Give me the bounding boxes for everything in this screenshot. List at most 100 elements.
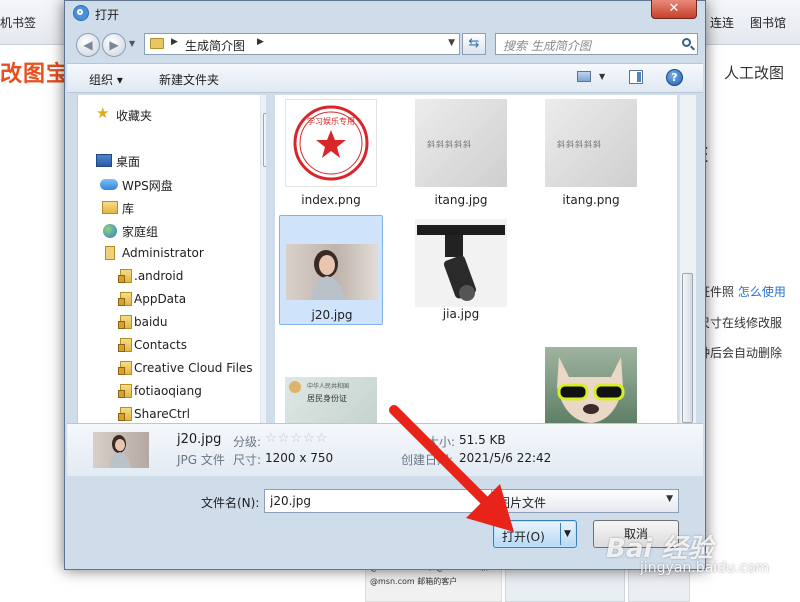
size-value: 51.5 KB — [459, 433, 506, 447]
chevron-down-icon[interactable]: ▼ — [666, 494, 673, 504]
locked-folder-icon — [118, 407, 132, 421]
organize-button[interactable]: 组织 ▾ — [89, 71, 123, 88]
watermark-url: jingyan.baidu.com — [640, 560, 770, 576]
nav-item-favorites[interactable]: ★ 收藏夹 — [96, 104, 152, 124]
nav-item-folder[interactable]: AppData — [116, 292, 186, 306]
seal-text: 学习娱乐专用 — [307, 116, 355, 126]
search-input[interactable]: 搜索 生成简介图 — [495, 33, 698, 55]
star-icon[interactable]: ☆ — [278, 431, 290, 446]
locked-folder-icon — [118, 315, 132, 329]
nav-item-folder[interactable]: baidu — [116, 315, 168, 329]
file-tile-j20-jpg[interactable]: j20.jpg — [279, 215, 383, 325]
lamp-thumbnail — [415, 219, 507, 307]
star-icon[interactable]: ☆ — [290, 431, 302, 446]
portrait-thumbnail — [286, 244, 378, 300]
file-type-value: 图片文件 — [498, 496, 547, 510]
file-list: 学习娱乐专用 index.png 斜斜斜斜斜 itang.jpg 斜斜斜斜斜 i… — [275, 95, 677, 423]
details-file-name: j20.jpg — [177, 432, 222, 447]
nav-item-wps-drive[interactable]: WPS网盘 — [100, 177, 173, 194]
size-label: 大小: — [427, 435, 456, 449]
breadcrumb-current-folder[interactable]: 生成简介图 — [185, 37, 245, 54]
dog-thumbnail — [545, 347, 637, 423]
star-icon[interactable]: ☆ — [265, 431, 277, 446]
file-type: JPG 文件 — [177, 453, 225, 467]
seal-thumbnail: 学习娱乐专用 — [285, 99, 377, 187]
scrollbar-thumb[interactable] — [682, 273, 693, 423]
file-tile-itang-jpg[interactable]: 斜斜斜斜斜 itang.jpg — [409, 95, 513, 211]
new-folder-button[interactable]: 新建文件夹 — [159, 71, 219, 88]
paper-thumbnail: 斜斜斜斜斜 — [545, 99, 637, 187]
locked-folder-icon — [118, 338, 132, 352]
library-icon — [102, 201, 118, 214]
nav-item-homegroup[interactable]: 家庭组 — [103, 223, 158, 240]
selected-file-thumbnail — [93, 432, 149, 468]
open-options-dropdown[interactable]: ▼ — [564, 529, 571, 539]
created-value: 2021/5/6 22:42 — [459, 451, 552, 465]
dialog-title: 打开 — [95, 8, 120, 22]
search-placeholder: 搜索 生成简介图 — [503, 39, 591, 53]
bookmark-item[interactable]: 连连 — [710, 14, 734, 31]
favorites-icon: ★ — [96, 104, 110, 122]
nav-item-folder[interactable]: fotiaoqiang — [116, 384, 202, 398]
homegroup-icon — [103, 224, 117, 238]
bg-text-line: 证件照 怎么使用 — [698, 285, 786, 299]
nav-link[interactable]: 人工改图 — [724, 62, 784, 83]
breadcrumb-chevron-icon[interactable]: ▶ — [171, 37, 178, 47]
search-icon[interactable] — [682, 38, 691, 47]
locked-folder-icon — [118, 292, 132, 306]
file-name-label: 文件名(N): — [201, 496, 260, 510]
nav-item-folder[interactable]: ShareCtrl — [116, 407, 190, 421]
file-tile-jia-jpg[interactable]: jia.jpg — [409, 215, 513, 325]
file-name: jia.jpg — [442, 307, 480, 321]
dimensions-value: 1200 x 750 — [265, 451, 334, 465]
dialog-titlebar[interactable]: 打开 ✕ — [65, 0, 705, 27]
refresh-icon[interactable]: ⇆ — [462, 33, 486, 55]
nav-item-administrator[interactable]: Administrator — [104, 246, 204, 260]
paper-thumbnail: 斜斜斜斜斜 — [415, 99, 507, 187]
file-tile-index-png[interactable]: 学习娱乐专用 index.png — [279, 95, 383, 211]
cloud-icon — [100, 179, 118, 190]
preview-pane-icon[interactable] — [629, 70, 643, 84]
dialog-toolbar: 组织 ▾ 新建文件夹 ▼ ? — [67, 63, 703, 93]
star-icon[interactable]: ☆ — [316, 431, 328, 446]
nav-item-folder[interactable]: Contacts — [116, 338, 187, 352]
help-icon[interactable]: ? — [666, 69, 683, 86]
breadcrumb-chevron-icon[interactable]: ▶ — [257, 37, 264, 47]
change-view-icon[interactable] — [577, 71, 591, 82]
nav-item-folder[interactable]: .android — [116, 269, 183, 283]
bookmark-item[interactable]: 机书签 — [0, 14, 36, 31]
open-button[interactable]: 打开(O) ▼ — [493, 520, 577, 548]
idcard-thumbnail: 中华人民共和国 居民身份证 — [285, 377, 377, 423]
chevron-down-icon[interactable]: ▼ — [448, 38, 455, 48]
star-icon[interactable]: ☆ — [303, 431, 315, 446]
file-type-select[interactable]: 图片文件 ▼ — [491, 489, 679, 513]
file-name: j20.jpg — [311, 308, 353, 322]
nav-item-folder[interactable]: Creative Cloud Files — [116, 361, 253, 375]
close-button[interactable]: ✕ — [651, 0, 697, 19]
created-label: 创建日期: — [401, 453, 454, 467]
locked-folder-icon — [118, 361, 132, 375]
address-bar[interactable]: ▶ 生成简介图 ▶ ▼ — [144, 33, 460, 55]
locked-folder-icon — [118, 269, 132, 283]
rating-label: 分级: — [233, 435, 262, 449]
bookmark-item[interactable]: 图书馆 — [750, 14, 786, 31]
how-to-link[interactable]: 怎么使用 — [738, 285, 786, 299]
file-tile[interactable]: 中华人民共和国 居民身份证 — [279, 331, 383, 423]
chevron-down-icon[interactable]: ▼ — [599, 72, 605, 81]
nav-scrollbar[interactable] — [260, 95, 266, 423]
details-pane: j20.jpg 分级: ☆☆☆☆☆ JPG 文件 尺寸: 1200 x 750 … — [67, 423, 703, 476]
recent-locations-dropdown[interactable]: ▼ — [129, 39, 135, 48]
rating-stars[interactable]: ☆☆☆☆☆ — [265, 431, 328, 446]
file-list-scrollbar[interactable] — [679, 95, 696, 423]
nav-item-desktop[interactable]: 桌面 — [96, 153, 140, 170]
back-arrow-icon[interactable]: ◀ — [76, 33, 100, 57]
file-name: itang.jpg — [434, 193, 488, 207]
site-logo: 改图宝 — [0, 62, 70, 87]
dimensions-label: 尺寸: — [233, 453, 262, 467]
forward-arrow-icon[interactable]: ▶ — [102, 33, 126, 57]
file-tile-itang-png[interactable]: 斜斜斜斜斜 itang.png — [539, 95, 643, 211]
scrollbar-thumb[interactable] — [263, 113, 266, 167]
file-tile[interactable] — [539, 331, 643, 423]
open-button-label: 打开(O) — [502, 530, 545, 544]
nav-item-libraries[interactable]: 库 — [102, 200, 134, 217]
